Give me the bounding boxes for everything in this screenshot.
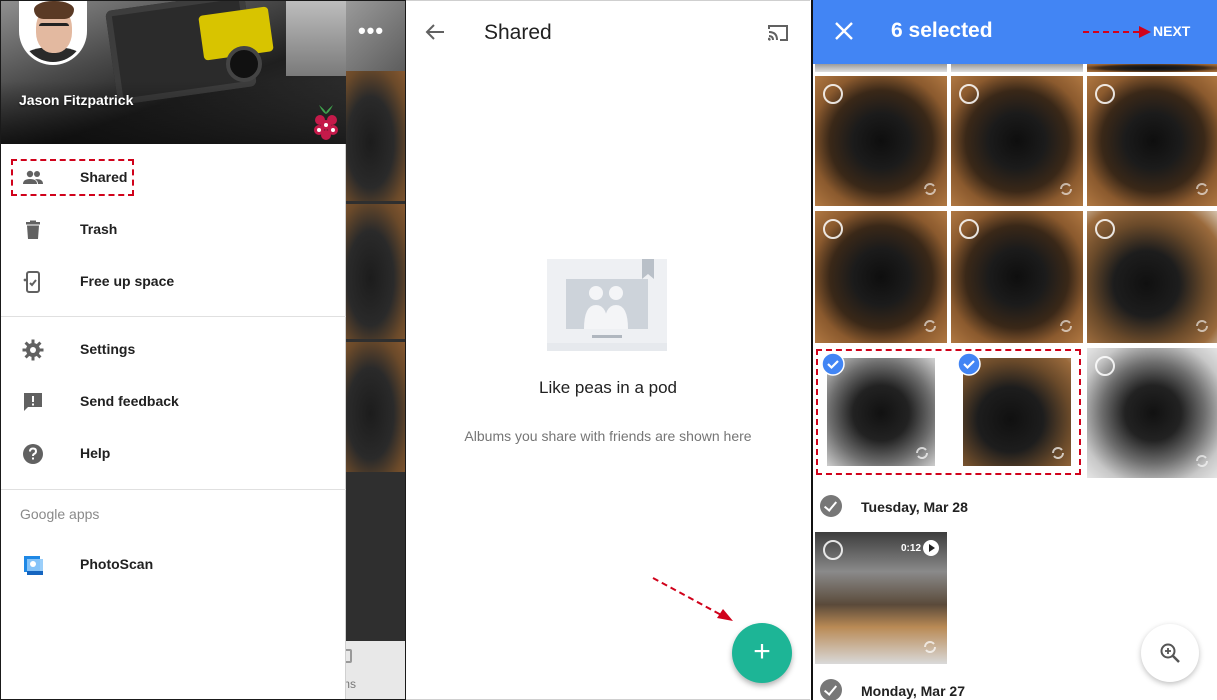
sync-icon xyxy=(1060,320,1072,332)
select-day-icon[interactable] xyxy=(820,495,842,517)
divider xyxy=(1,489,346,490)
drawer: Jason Fitzpatrick Shared Trash Free up s… xyxy=(1,1,346,699)
menu-item-help[interactable]: Help xyxy=(1,428,346,480)
next-button[interactable]: NEXT xyxy=(1153,23,1190,39)
navigation-drawer-screen: ••• ms Jason Fitzpatrick Shared Trash Fr… xyxy=(0,0,406,700)
trash-icon xyxy=(26,220,40,239)
photo-selection-screen: 6 selected NEXT Tuesday, Mar 28 0:12 Mon… xyxy=(811,0,1217,700)
day-header: Tuesday, Mar 28 xyxy=(861,499,968,515)
divider xyxy=(1,316,346,317)
background-bottom-nav: ms xyxy=(338,641,405,699)
select-circle-icon[interactable] xyxy=(823,84,843,104)
select-circle-icon[interactable] xyxy=(823,219,843,239)
sync-icon xyxy=(924,320,936,332)
photo-thumbnail[interactable] xyxy=(815,64,947,72)
photoscan-icon xyxy=(24,556,43,575)
raspberry-pi-icon xyxy=(314,105,338,140)
photo-thumbnail[interactable] xyxy=(1087,211,1217,343)
background-photo xyxy=(346,342,405,472)
selection-count: 6 selected xyxy=(891,19,993,42)
photo-thumbnail[interactable] xyxy=(815,211,947,343)
annotation-arrow xyxy=(1083,26,1151,38)
video-duration: 0:12 xyxy=(900,543,921,554)
select-circle-icon[interactable] xyxy=(959,219,979,239)
sync-icon xyxy=(924,641,936,653)
free-up-space-icon xyxy=(23,271,40,293)
back-arrow-icon[interactable] xyxy=(424,21,446,43)
photo-thumbnail[interactable] xyxy=(1087,64,1217,72)
menu-item-free-up-space[interactable]: Free up space xyxy=(1,256,346,308)
select-circle-icon[interactable] xyxy=(959,84,979,104)
photo-thumbnail[interactable] xyxy=(1087,76,1217,206)
video-thumbnail[interactable]: 0:12 xyxy=(815,532,947,664)
photo-thumbnail[interactable] xyxy=(951,211,1083,343)
menu-item-label: Send feedback xyxy=(80,393,179,409)
sync-icon xyxy=(1196,183,1208,195)
menu-item-label: PhotoScan xyxy=(80,556,154,572)
photo-thumbnail[interactable] xyxy=(1087,348,1217,478)
background-photo xyxy=(346,204,405,339)
avatar[interactable] xyxy=(19,1,87,65)
more-options-icon[interactable]: ••• xyxy=(346,9,396,59)
menu-item-label: Settings xyxy=(80,341,136,357)
shared-screen: Shared Like peas in a pod Albums you sha… xyxy=(406,0,810,700)
create-shared-album-button[interactable]: + xyxy=(732,623,792,683)
section-label-google-apps: Google apps xyxy=(20,506,100,522)
annotation-arrow xyxy=(652,577,733,621)
help-icon xyxy=(23,444,43,464)
menu-item-label: Trash xyxy=(80,221,118,237)
close-icon[interactable] xyxy=(833,20,855,42)
photo-thumbnail[interactable] xyxy=(815,76,947,206)
menu-item-label: Free up space xyxy=(80,273,175,289)
menu-item-trash[interactable]: Trash xyxy=(1,204,346,256)
select-circle-icon[interactable] xyxy=(1095,219,1115,239)
header-shade xyxy=(1,81,346,144)
sync-icon xyxy=(1196,455,1208,467)
page-title: Shared xyxy=(484,21,552,44)
photo-thumbnail[interactable] xyxy=(951,64,1083,72)
sync-icon xyxy=(924,183,936,195)
avatar-glasses xyxy=(39,23,69,32)
select-day-icon[interactable] xyxy=(820,679,842,700)
feedback-icon xyxy=(24,393,42,411)
zoom-button[interactable] xyxy=(1141,624,1199,682)
header-port xyxy=(286,1,346,76)
annotation-highlight-selected-photos xyxy=(816,349,1081,475)
annotation-highlight-shared xyxy=(11,159,134,196)
cast-icon[interactable] xyxy=(766,21,790,45)
empty-state-title: Like peas in a pod xyxy=(539,378,677,397)
drawer-header: Jason Fitzpatrick xyxy=(1,1,346,144)
menu-item-settings[interactable]: Settings xyxy=(1,324,346,376)
menu-item-label: Help xyxy=(80,445,111,461)
menu-item-send-feedback[interactable]: Send feedback xyxy=(1,376,346,428)
empty-state-subtitle: Albums you share with friends are shown … xyxy=(464,428,752,444)
selection-toolbar: 6 selected NEXT xyxy=(813,0,1217,64)
select-circle-icon[interactable] xyxy=(1095,84,1115,104)
day-header: Monday, Mar 27 xyxy=(861,683,965,699)
sync-icon xyxy=(1196,320,1208,332)
profile-name: Jason Fitzpatrick xyxy=(19,92,134,108)
zoom-in-icon xyxy=(1160,643,1180,663)
select-circle-icon[interactable] xyxy=(823,540,843,560)
play-icon xyxy=(923,540,939,556)
gear-icon xyxy=(22,339,44,361)
sync-icon xyxy=(1060,183,1072,195)
header-jack xyxy=(226,46,262,82)
menu-item-photoscan[interactable]: PhotoScan xyxy=(1,539,346,591)
photo-thumbnail[interactable] xyxy=(951,76,1083,206)
avatar-hair xyxy=(34,1,74,19)
select-circle-icon[interactable] xyxy=(1095,356,1115,376)
background-photo xyxy=(346,71,405,201)
empty-album-illustration xyxy=(547,259,667,351)
